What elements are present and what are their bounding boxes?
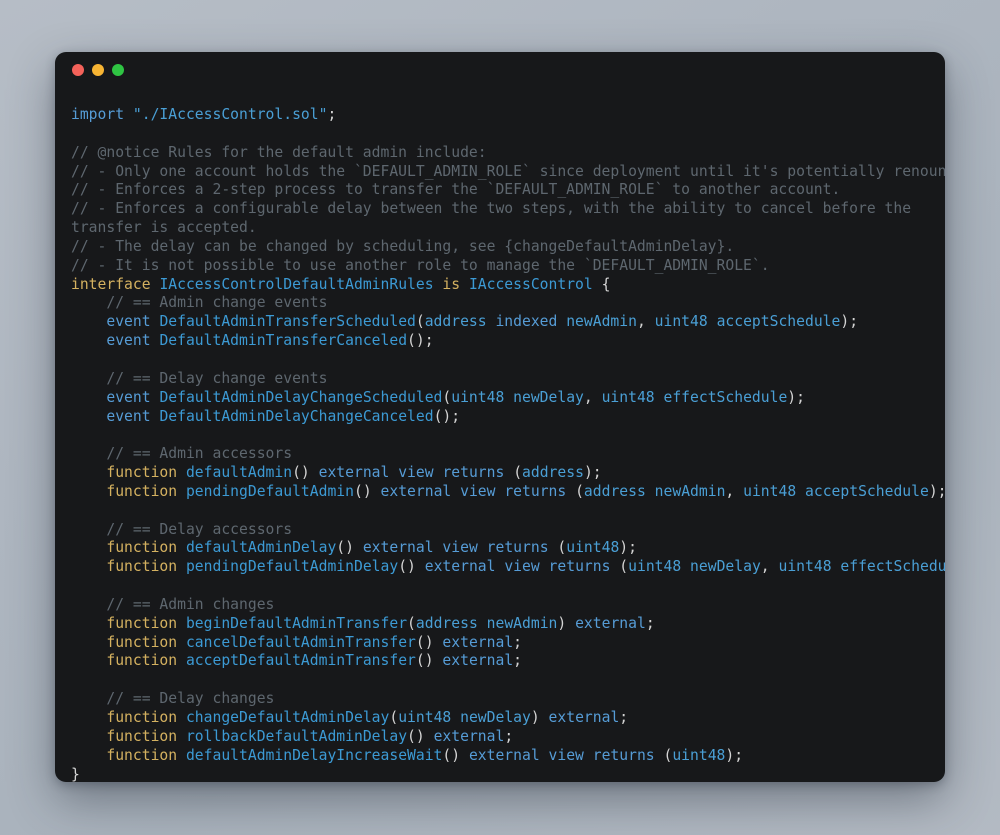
maximize-button[interactable] <box>112 64 124 76</box>
close-button[interactable] <box>72 64 84 76</box>
window-titlebar[interactable] <box>55 52 945 88</box>
minimize-button[interactable] <box>92 64 104 76</box>
code-window: import "./IAccessControl.sol"; // @notic… <box>55 52 945 782</box>
code-editor[interactable]: import "./IAccessControl.sol"; // @notic… <box>55 88 945 782</box>
source-code[interactable]: import "./IAccessControl.sol"; // @notic… <box>71 106 945 782</box>
desktop-backdrop: import "./IAccessControl.sol"; // @notic… <box>0 0 1000 835</box>
